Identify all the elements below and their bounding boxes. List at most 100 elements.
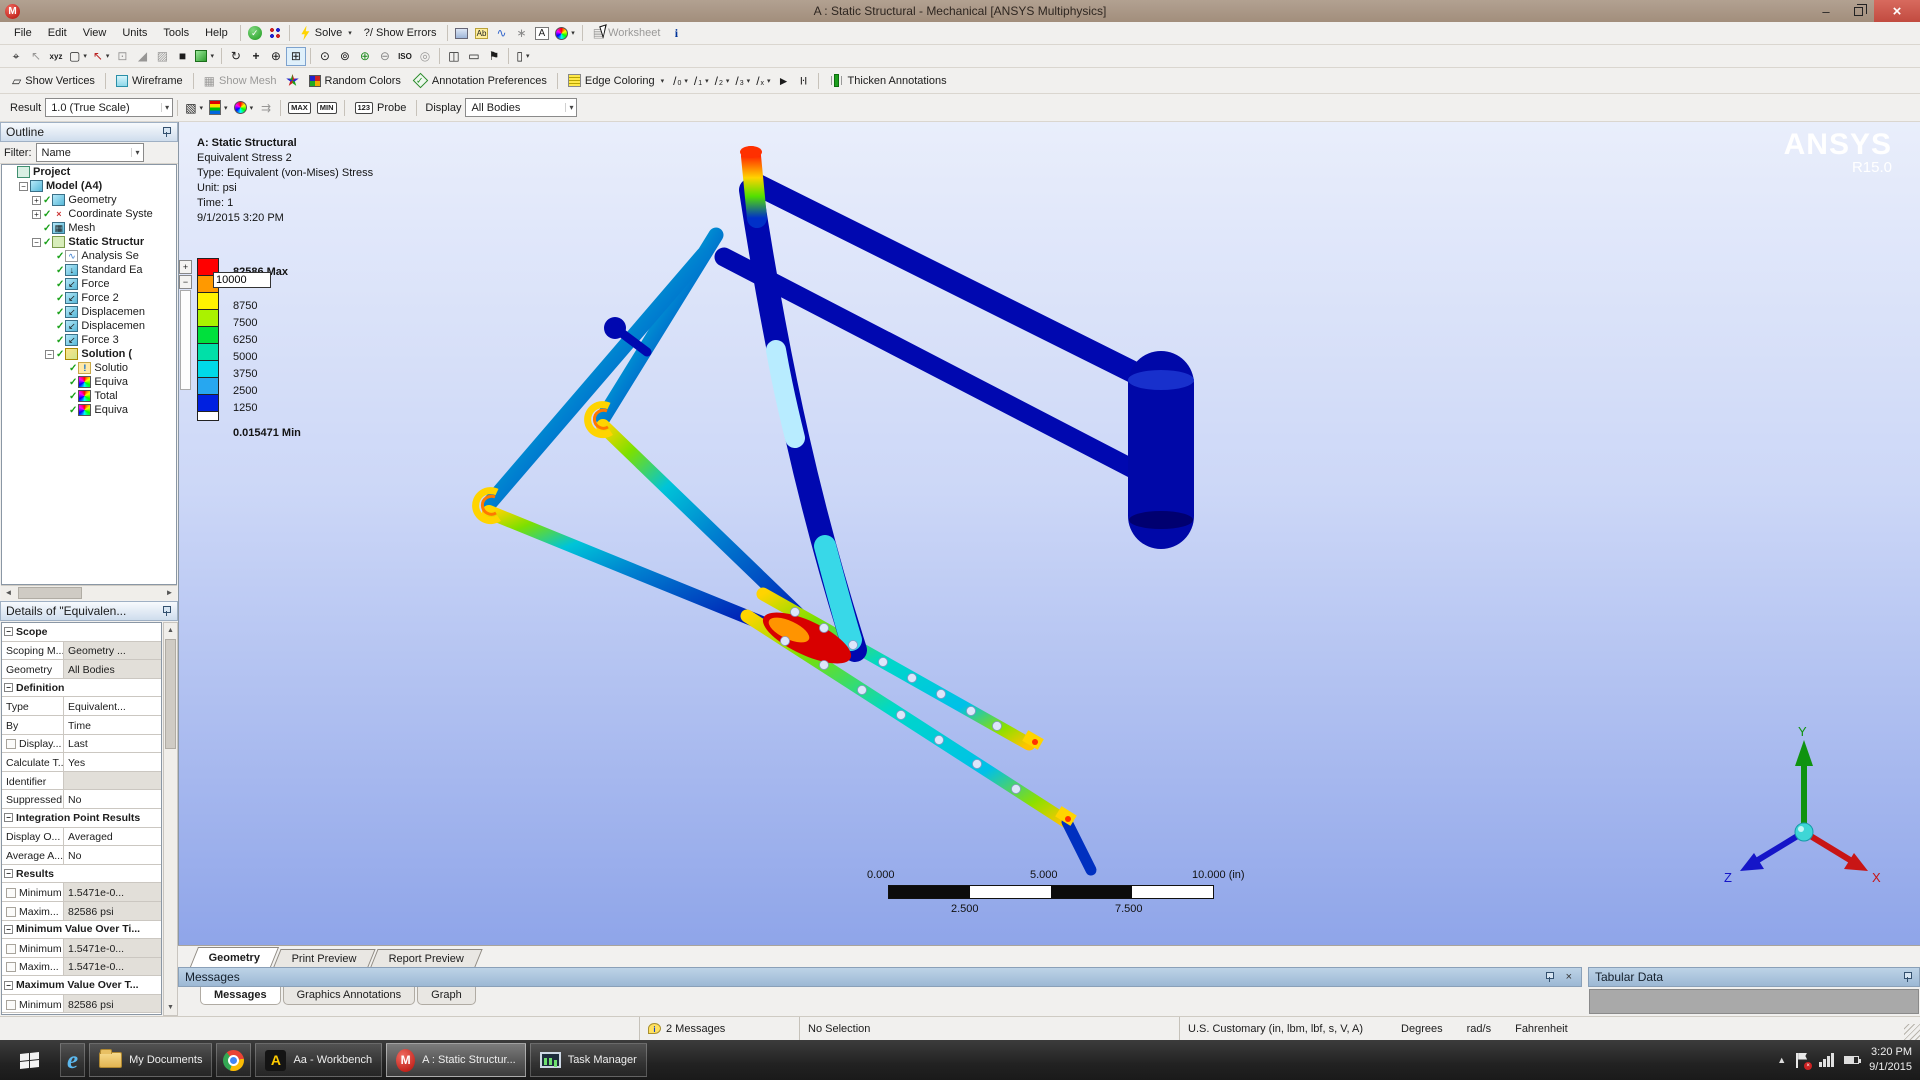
tree-item-standard-ea[interactable]: ✓↓Standard Ea <box>2 263 176 277</box>
pin-icon[interactable] <box>162 127 172 137</box>
details-row[interactable]: Maxim...1.5471e-0... <box>2 958 161 977</box>
tree-expander-icon[interactable]: − <box>32 238 41 247</box>
legend-value-input[interactable] <box>213 272 271 288</box>
details-row[interactable]: Minimum1.5471e-0... <box>2 939 161 958</box>
checkbox[interactable] <box>6 1000 16 1010</box>
taskbar-item-my-documents[interactable]: My Documents <box>89 1043 212 1077</box>
outline-horizontal-scrollbar[interactable]: ◄ ► <box>1 585 177 600</box>
status-ok-icon[interactable] <box>245 24 265 43</box>
zoom-icon[interactable]: ⊕ <box>266 47 286 66</box>
info-tool-icon[interactable]: i <box>666 24 686 43</box>
edge-coloring-button[interactable]: Edge Coloring▾ <box>562 71 670 90</box>
taskbar-item-internet-explorer[interactable]: e <box>60 1043 85 1077</box>
details-row[interactable]: Minimum82586 psi <box>2 995 161 1014</box>
display-combo[interactable]: All Bodies▾ <box>465 98 577 117</box>
pin-icon[interactable] <box>1545 972 1555 982</box>
details-row[interactable]: Maxim...82586 psi <box>2 902 161 921</box>
resize-grip[interactable] <box>1904 1024 1920 1040</box>
close-button[interactable]: × <box>1874 0 1920 22</box>
details-vertical-scrollbar[interactable]: ▲ ▼ <box>163 622 178 1016</box>
scroll-right-icon[interactable]: ► <box>162 586 177 600</box>
edge-option-1-icon[interactable]: /1▾ <box>691 71 712 90</box>
box-zoom-icon[interactable]: ⊞ <box>286 47 306 66</box>
details-group-scope[interactable]: −Scope <box>2 623 161 642</box>
tree-expander-icon[interactable]: + <box>32 210 41 219</box>
taskbar-item-mechanical[interactable]: MA : Static Structur... <box>386 1043 526 1077</box>
max-probe-icon[interactable]: MAX <box>285 98 314 117</box>
menu-help[interactable]: Help <box>197 25 236 41</box>
details-group-definition[interactable]: −Definition <box>2 679 161 698</box>
model-3d-bike-frame[interactable] <box>179 122 1920 945</box>
details-row[interactable]: GeometryAll Bodies <box>2 660 161 679</box>
pin-icon[interactable] <box>1903 972 1913 982</box>
tree-item-model-a4-[interactable]: −Model (A4) <box>2 179 176 193</box>
tree-item-analysis-se[interactable]: ✓∿Analysis Se <box>2 249 176 263</box>
pin-icon[interactable] <box>162 606 172 616</box>
edge-option-3-icon[interactable]: /3▾ <box>732 71 753 90</box>
group-collapse-icon[interactable]: − <box>4 683 13 692</box>
pointer-mode-icon[interactable]: ↖▾ <box>90 47 113 66</box>
spin-down-button[interactable]: − <box>179 275 192 289</box>
tray-expand-icon[interactable]: ▲ <box>1777 1055 1786 1065</box>
iso-view-icon[interactable]: ISO <box>395 47 415 66</box>
spin-up-button[interactable]: + <box>179 260 192 274</box>
tag-icon[interactable]: ⚑ <box>484 47 504 66</box>
zoom-out-icon[interactable]: ⊖ <box>375 47 395 66</box>
scroll-down-icon[interactable]: ▼ <box>164 1000 177 1015</box>
tree-expander-icon[interactable]: − <box>45 350 54 359</box>
details-row[interactable]: Identifier <box>2 772 161 791</box>
min-probe-icon[interactable]: MIN <box>314 98 340 117</box>
magnifier-icon[interactable]: ⊚ <box>335 47 355 66</box>
pan-icon[interactable]: + <box>246 47 266 66</box>
color-plot-icon[interactable]: ▾ <box>552 24 578 43</box>
details-row[interactable]: Average A...No <box>2 846 161 865</box>
details-row[interactable]: Display O...Averaged <box>2 828 161 847</box>
tree-item-displacemen[interactable]: ✓↙Displacemen <box>2 319 176 333</box>
spinner-track[interactable] <box>180 290 191 390</box>
group-collapse-icon[interactable]: − <box>4 813 13 822</box>
label-pointer-icon[interactable]: ⌖ <box>6 47 26 66</box>
details-row[interactable]: Minimum1.5471e-0... <box>2 883 161 902</box>
probe-button[interactable]: 123Probe <box>349 98 413 117</box>
tab-geometry[interactable]: Geometry <box>190 947 279 967</box>
group-collapse-icon[interactable]: − <box>4 981 13 990</box>
details-group-results[interactable]: −Results <box>2 865 161 884</box>
tree-item-project[interactable]: Project <box>2 165 176 179</box>
scrollbar-thumb[interactable] <box>18 587 82 599</box>
tree-item-coordinate-syste[interactable]: +✓×Coordinate Syste <box>2 207 176 221</box>
tab-messages[interactable]: Messages <box>200 987 281 1005</box>
annotation-preferences-button[interactable]: Annotation Preferences <box>407 71 553 90</box>
zoom-in-icon[interactable]: ⊕ <box>355 47 375 66</box>
tree-item-force[interactable]: ✓↙Force <box>2 277 176 291</box>
taskbar-item-task-manager[interactable]: Task Manager <box>530 1043 647 1077</box>
checkbox[interactable] <box>6 739 16 749</box>
contour-display-icon[interactable]: ▾ <box>206 98 231 117</box>
menu-edit[interactable]: Edit <box>40 25 75 41</box>
scale-combo[interactable]: 1.0 (True Scale)▾ <box>45 98 173 117</box>
details-group-minimum-value-over-ti-[interactable]: −Minimum Value Over Ti... <box>2 921 161 940</box>
tree-expander-icon[interactable]: + <box>32 196 41 205</box>
tree-item-total[interactable]: ✓Total <box>2 389 176 403</box>
tree-item-mesh[interactable]: ✓▦Mesh <box>2 221 176 235</box>
status-units[interactable]: U.S. Customary (in, lbm, lbf, s, V, A) D… <box>1180 1017 1920 1040</box>
tab-graphics-annotations[interactable]: Graphics Annotations <box>283 987 416 1005</box>
fit-icon[interactable]: ⊙ <box>315 47 335 66</box>
menu-file[interactable]: File <box>6 25 40 41</box>
restore-button[interactable] <box>1842 0 1874 22</box>
direction-arrow-icon[interactable]: ► <box>774 71 794 90</box>
rotate-icon[interactable]: ↻ <box>226 47 246 66</box>
tree-item-force-2[interactable]: ✓↙Force 2 <box>2 291 176 305</box>
wireframe-button[interactable]: Wireframe <box>110 71 189 90</box>
new-annotation-icon[interactable]: Ab <box>472 24 492 43</box>
details-row[interactable]: ByTime <box>2 716 161 735</box>
geometry-display-icon[interactable]: ▧▾ <box>182 98 206 117</box>
scrollbar-thumb[interactable] <box>165 639 176 749</box>
checkbox[interactable] <box>6 888 16 898</box>
minimize-button[interactable]: – <box>1810 0 1842 22</box>
body-filter-icon[interactable]: ■ <box>172 47 192 66</box>
clock[interactable]: 3:20 PM 9/1/2015 <box>1869 1045 1912 1075</box>
battery-icon[interactable] <box>1844 1056 1859 1064</box>
tree-item-equiva[interactable]: ✓Equiva <box>2 375 176 389</box>
edge-option-2-icon[interactable]: /2▾ <box>712 71 733 90</box>
color-scheme-icon[interactable]: ▾ <box>231 98 257 117</box>
